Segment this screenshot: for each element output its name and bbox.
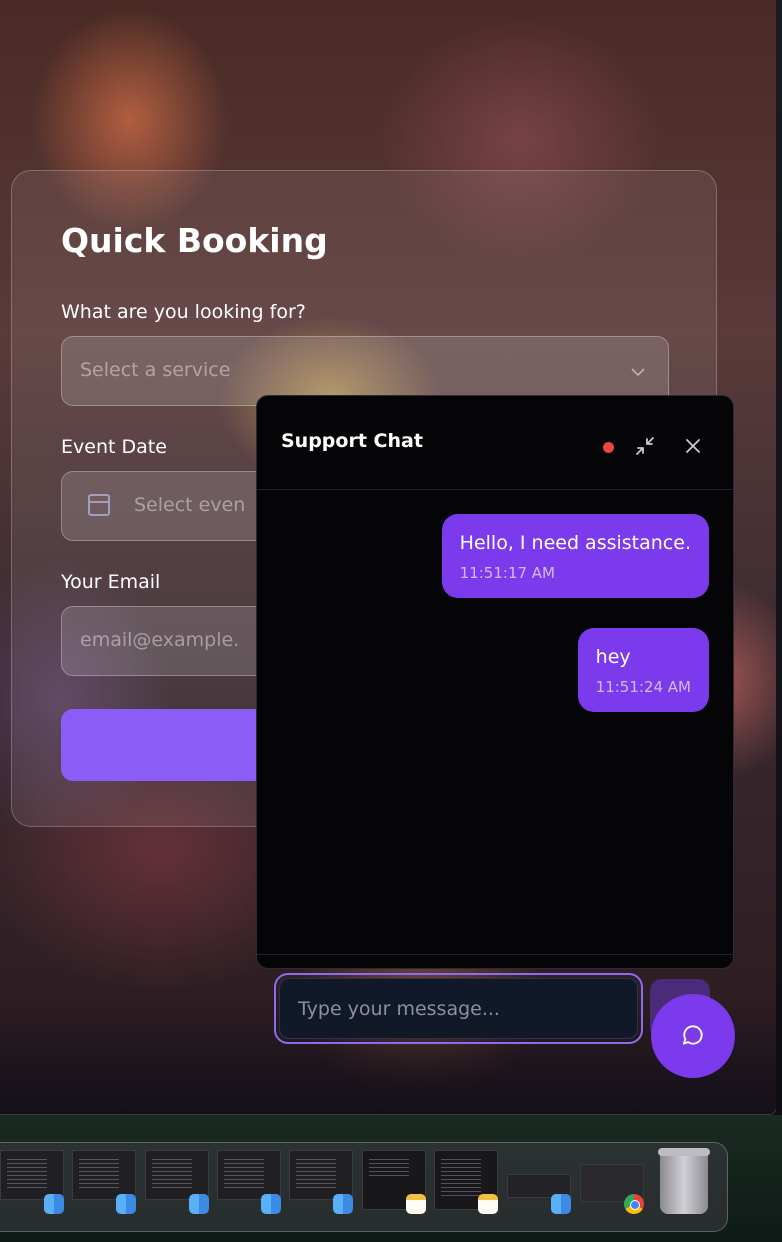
chat-toggle-button[interactable] <box>651 994 735 1078</box>
trash-icon[interactable] <box>658 1148 710 1214</box>
dock-item-notes-window[interactable] <box>434 1150 498 1214</box>
notes-icon <box>406 1194 426 1214</box>
chat-header: Support Chat <box>257 396 733 490</box>
minimize-icon[interactable] <box>633 434 657 458</box>
booking-title: Quick Booking <box>61 221 328 260</box>
message-time: 11:51:17 AM <box>459 564 555 582</box>
dock-item-finder-window[interactable] <box>289 1150 353 1214</box>
email-label: Your Email <box>61 571 161 593</box>
status-indicator <box>603 442 614 453</box>
email-placeholder: email@example. <box>80 629 240 651</box>
message-time: 11:51:24 AM <box>595 678 691 696</box>
dock-item-finder-window[interactable] <box>217 1150 281 1214</box>
dock-item-finder-window[interactable] <box>507 1150 571 1214</box>
window-edge <box>776 0 782 1114</box>
finder-icon <box>261 1194 281 1214</box>
dock-item-finder-window[interactable] <box>0 1150 64 1214</box>
chat-message-input[interactable] <box>279 978 638 1039</box>
finder-icon <box>333 1194 353 1214</box>
date-placeholder: Select even <box>134 494 246 516</box>
chat-title: Support Chat <box>281 430 423 452</box>
dock-item-notes-window[interactable] <box>362 1150 426 1214</box>
calendar-icon <box>88 494 110 516</box>
chat-message: Hello, I need assistance. 11:51:17 AM <box>441 514 709 598</box>
finder-icon <box>44 1194 64 1214</box>
chrome-icon <box>624 1194 644 1214</box>
finder-icon <box>189 1194 209 1214</box>
message-text: hey <box>595 646 631 668</box>
finder-icon <box>551 1194 571 1214</box>
chat-message: hey 11:51:24 AM <box>577 628 709 712</box>
date-label: Event Date <box>61 436 167 458</box>
service-placeholder: Select a service <box>80 359 231 381</box>
divider <box>257 954 733 955</box>
notes-icon <box>478 1194 498 1214</box>
dock-item-finder-window[interactable] <box>72 1150 136 1214</box>
close-icon[interactable] <box>681 434 705 458</box>
support-chat-panel: Support Chat Hello, I need assistance. 1… <box>256 395 734 969</box>
message-text: Hello, I need assistance. <box>459 532 691 554</box>
chat-bubble-icon <box>682 1024 703 1045</box>
finder-icon <box>116 1194 136 1214</box>
service-label: What are you looking for? <box>61 301 306 323</box>
dock-item-finder-window[interactable] <box>145 1150 209 1214</box>
dock-item-chrome-window[interactable] <box>580 1150 644 1214</box>
chevron-down-icon <box>630 362 646 381</box>
chat-input-container <box>274 973 643 1044</box>
